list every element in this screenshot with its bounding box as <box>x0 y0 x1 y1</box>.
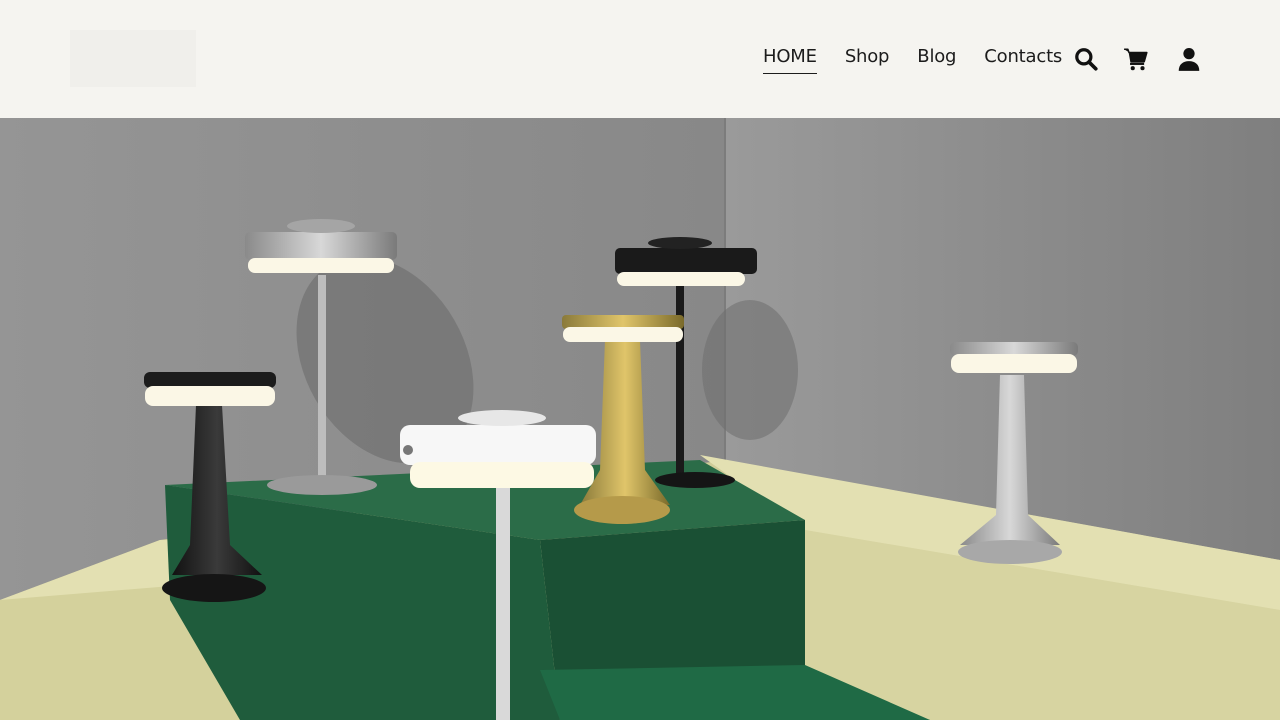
nav-shop[interactable]: Shop <box>845 46 890 73</box>
logo[interactable] <box>70 30 196 87</box>
cart-icon[interactable] <box>1123 46 1149 72</box>
nav-contacts[interactable]: Contacts <box>984 46 1062 73</box>
hero-image <box>0 118 1280 720</box>
nav-home[interactable]: HOME <box>763 46 817 74</box>
user-icon[interactable] <box>1176 46 1202 72</box>
site-header: HOME Shop Blog Contacts <box>0 0 1280 118</box>
hero-banner <box>0 118 1280 720</box>
nav-blog[interactable]: Blog <box>917 46 956 73</box>
search-icon[interactable] <box>1073 46 1099 72</box>
main-nav: HOME Shop Blog Contacts <box>763 46 1062 76</box>
